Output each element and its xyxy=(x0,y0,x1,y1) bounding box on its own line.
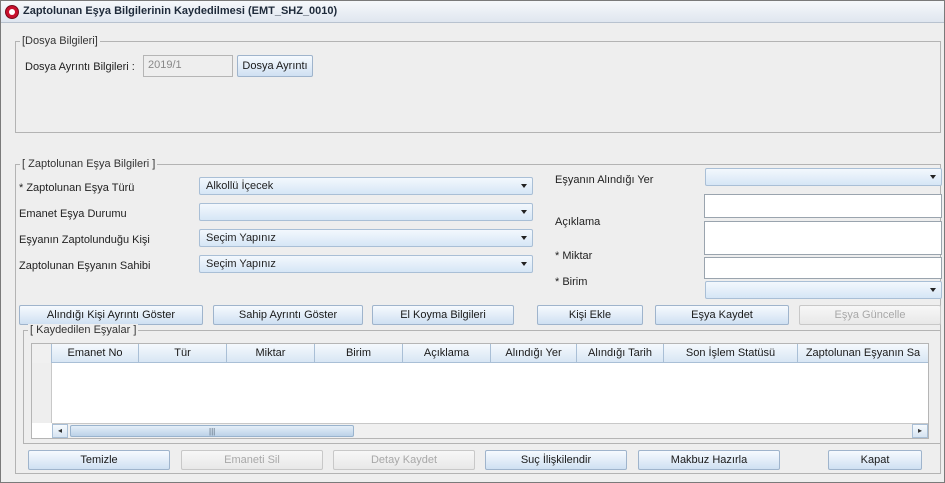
chevron-down-icon xyxy=(521,236,527,240)
emanet-durumu-label: Emanet Eşya Durumu xyxy=(19,208,127,220)
kaydedilen-esyalar-title: [ Kaydedilen Eşyalar ] xyxy=(28,324,139,336)
esya-turu-select[interactable]: Alkollü İçecek xyxy=(199,177,533,195)
column-header-alindigi-yer[interactable]: Alındığı Yer xyxy=(491,344,577,363)
title-bar: Zaptolunan Eşya Bilgilerinin Kaydedilmes… xyxy=(1,1,944,23)
dosya-ayrinti-button[interactable]: Dosya Ayrıntı xyxy=(237,55,313,77)
birim-select[interactable] xyxy=(705,281,942,299)
dosya-bilgileri-title: [Dosya Bilgileri] xyxy=(20,35,100,47)
column-header-esya-sahibi[interactable]: Zaptolunan Eşyanın Sa xyxy=(798,344,928,363)
emaneti-sil-button[interactable]: Emaneti Sil xyxy=(181,450,323,470)
scroll-grip-icon: ||| xyxy=(209,427,216,436)
esya-guncelle-button[interactable]: Eşya Güncelle xyxy=(799,305,941,325)
table-corner-checkbox[interactable] xyxy=(32,344,52,363)
chevron-down-icon xyxy=(521,210,527,214)
dosya-no-field: 2019/1 xyxy=(143,55,233,77)
detay-kaydet-button[interactable]: Detay Kaydet xyxy=(333,450,475,470)
esya-bilgileri-title: [ Zaptolunan Eşya Bilgileri ] xyxy=(20,158,158,170)
el-koyma-button[interactable]: El Koyma Bilgileri xyxy=(372,305,514,325)
alindigi-yer-label: Eşyanın Alındığı Yer xyxy=(555,174,654,186)
column-header-aciklama[interactable]: Açıklama xyxy=(403,344,491,363)
zaptolundugu-kisi-select[interactable]: Seçim Yapınız xyxy=(199,229,533,247)
column-header-alindigi-tarih[interactable]: Alındığı Tarih xyxy=(577,344,664,363)
miktar-label: * Miktar xyxy=(555,250,593,262)
temizle-button[interactable]: Temizle xyxy=(28,450,170,470)
esya-sahibi-value: Seçim Yapınız xyxy=(206,258,276,270)
esya-kaydet-button[interactable]: Eşya Kaydet xyxy=(655,305,789,325)
window-title: Zaptolunan Eşya Bilgilerinin Kaydedilmes… xyxy=(23,5,338,17)
table-header: Emanet No Tür Miktar Birim Açıklama Alın… xyxy=(32,344,928,363)
scroll-thumb[interactable]: ||| xyxy=(70,425,354,437)
esya-sahibi-label: Zaptolunan Eşyanın Sahibi xyxy=(19,260,151,272)
kisi-ekle-button[interactable]: Kişi Ekle xyxy=(537,305,643,325)
zaptolundugu-kisi-label: Eşyanın Zaptolunduğu Kişi xyxy=(19,234,150,246)
kaydedilen-esyalar-table[interactable]: Emanet No Tür Miktar Birim Açıklama Alın… xyxy=(31,343,929,439)
column-header-miktar[interactable]: Miktar xyxy=(227,344,315,363)
main-window: Zaptolunan Eşya Bilgilerinin Kaydedilmes… xyxy=(0,0,945,483)
row-header-column xyxy=(32,363,52,423)
sahip-ayrinti-button[interactable]: Sahip Ayrıntı Göster xyxy=(213,305,363,325)
suc-iliskilendir-button[interactable]: Suç İlişkilendir xyxy=(485,450,627,470)
chevron-down-icon xyxy=(930,175,936,179)
column-header-emanet-no[interactable]: Emanet No xyxy=(52,344,139,363)
scroll-right-icon[interactable]: ▸ xyxy=(912,424,928,438)
aciklama-input-1[interactable] xyxy=(704,194,942,218)
horizontal-scrollbar[interactable]: ◂ ||| ▸ xyxy=(52,423,928,438)
chevron-down-icon xyxy=(521,262,527,266)
column-header-tur[interactable]: Tür xyxy=(139,344,227,363)
aciklama-input-2[interactable] xyxy=(704,221,942,255)
makbuz-hazirla-button[interactable]: Makbuz Hazırla xyxy=(638,450,780,470)
alindigi-yer-select[interactable] xyxy=(705,168,942,186)
esya-turu-label: * Zaptolunan Eşya Türü xyxy=(19,182,135,194)
esya-sahibi-select[interactable]: Seçim Yapınız xyxy=(199,255,533,273)
birim-label: * Birim xyxy=(555,276,588,288)
scroll-left-icon[interactable]: ◂ xyxy=(52,424,68,438)
column-header-birim[interactable]: Birim xyxy=(315,344,403,363)
kapat-button[interactable]: Kapat xyxy=(828,450,922,470)
aciklama-label: Açıklama xyxy=(555,216,601,228)
miktar-input[interactable] xyxy=(704,257,942,279)
zaptolundugu-kisi-value: Seçim Yapınız xyxy=(206,232,276,244)
alindigi-kisi-ayrinti-button[interactable]: Alındığı Kişi Ayrıntı Göster xyxy=(19,305,203,325)
column-header-son-islem[interactable]: Son İşlem Statüsü xyxy=(664,344,798,363)
chevron-down-icon xyxy=(930,288,936,292)
chevron-down-icon xyxy=(521,184,527,188)
emanet-durumu-select[interactable] xyxy=(199,203,533,221)
app-logo-icon xyxy=(5,5,19,19)
dosya-ayrinti-label: Dosya Ayrıntı Bilgileri : xyxy=(25,61,135,73)
esya-turu-value: Alkollü İçecek xyxy=(206,180,274,192)
